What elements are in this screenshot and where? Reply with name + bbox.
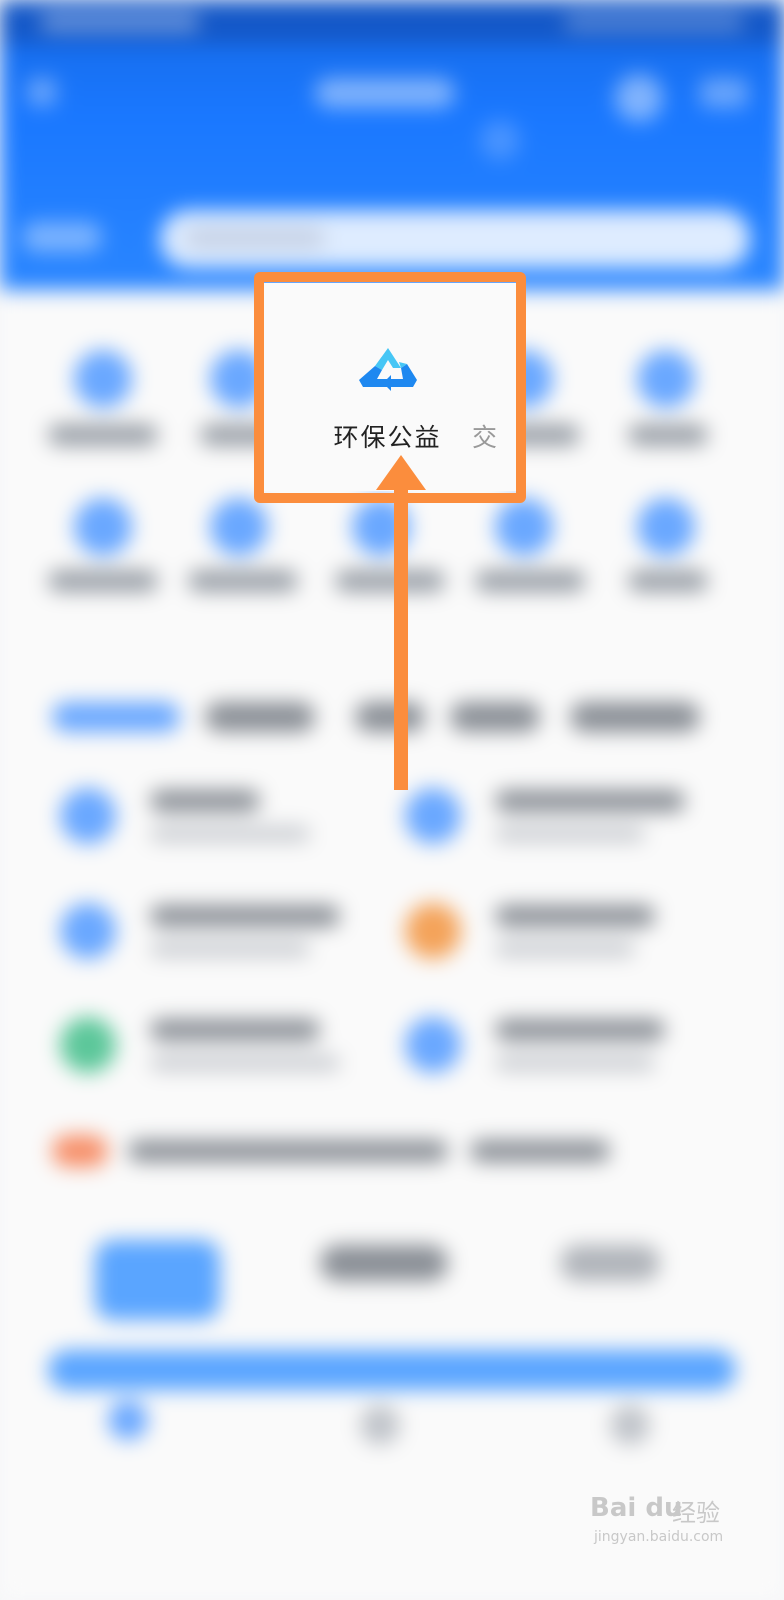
service-title[interactable] bbox=[150, 1019, 320, 1041]
grid-item-label bbox=[48, 424, 158, 446]
nav-icon[interactable] bbox=[108, 1400, 148, 1440]
service-subtitle bbox=[495, 941, 635, 957]
service-subtitle bbox=[495, 1055, 655, 1071]
grid-item-icon[interactable] bbox=[495, 498, 553, 556]
header-title bbox=[315, 78, 455, 108]
search-placeholder bbox=[185, 228, 325, 248]
status-bar-right bbox=[564, 12, 744, 32]
tab-active[interactable] bbox=[52, 702, 180, 732]
bottom-card[interactable] bbox=[320, 1245, 448, 1281]
header-more-icon[interactable] bbox=[700, 78, 748, 108]
grid-item-icon[interactable] bbox=[637, 350, 695, 408]
header-decoration bbox=[480, 120, 520, 160]
watermark-url: jingyan.baidu.com bbox=[594, 1529, 724, 1545]
grid-item-label bbox=[188, 570, 298, 592]
header-action-icon[interactable] bbox=[615, 74, 663, 122]
menu-icon[interactable] bbox=[28, 78, 56, 106]
service-title[interactable] bbox=[150, 790, 260, 812]
bottom-card[interactable] bbox=[560, 1245, 660, 1281]
service-icon[interactable] bbox=[405, 788, 461, 844]
service-title[interactable] bbox=[495, 790, 685, 812]
grid-item-label bbox=[475, 570, 585, 592]
annotation-arrow bbox=[376, 455, 426, 790]
service-title[interactable] bbox=[495, 1019, 665, 1041]
bottom-card-active[interactable] bbox=[95, 1240, 220, 1320]
service-subtitle bbox=[150, 826, 310, 842]
grid-item-icon[interactable] bbox=[210, 498, 268, 556]
grid-item-label bbox=[628, 570, 708, 592]
nav-icon[interactable] bbox=[360, 1405, 400, 1445]
tab[interactable] bbox=[450, 702, 540, 732]
grid-item-icon[interactable] bbox=[74, 350, 132, 408]
service-icon[interactable] bbox=[60, 788, 116, 844]
grid-item-icon[interactable] bbox=[74, 498, 132, 556]
service-title[interactable] bbox=[495, 905, 655, 927]
watermark-logo: Bai du bbox=[590, 1493, 683, 1523]
grid-item-label bbox=[628, 424, 708, 446]
watermark: Bai du 经验 jingyan.baidu.com bbox=[590, 1485, 730, 1555]
watermark-cn: 经验 bbox=[672, 1499, 720, 1527]
grid-item-icon[interactable] bbox=[637, 498, 695, 556]
service-icon[interactable] bbox=[60, 903, 116, 959]
notice-text[interactable] bbox=[470, 1140, 610, 1162]
banner[interactable] bbox=[48, 1350, 736, 1390]
tab[interactable] bbox=[205, 702, 315, 732]
service-icon[interactable] bbox=[405, 903, 461, 959]
city-selector[interactable] bbox=[22, 222, 102, 252]
service-icon[interactable] bbox=[60, 1017, 116, 1073]
grid-item-label bbox=[48, 570, 158, 592]
notice-text[interactable] bbox=[128, 1140, 448, 1162]
service-title[interactable] bbox=[150, 905, 340, 927]
tab[interactable] bbox=[570, 702, 700, 732]
service-icon[interactable] bbox=[405, 1017, 461, 1073]
nav-icon[interactable] bbox=[610, 1405, 650, 1445]
blurred-background bbox=[0, 0, 784, 1600]
service-subtitle bbox=[150, 941, 310, 957]
service-subtitle bbox=[495, 826, 645, 842]
service-subtitle bbox=[150, 1055, 340, 1071]
status-bar-left bbox=[40, 12, 200, 32]
notice-badge bbox=[52, 1135, 108, 1167]
